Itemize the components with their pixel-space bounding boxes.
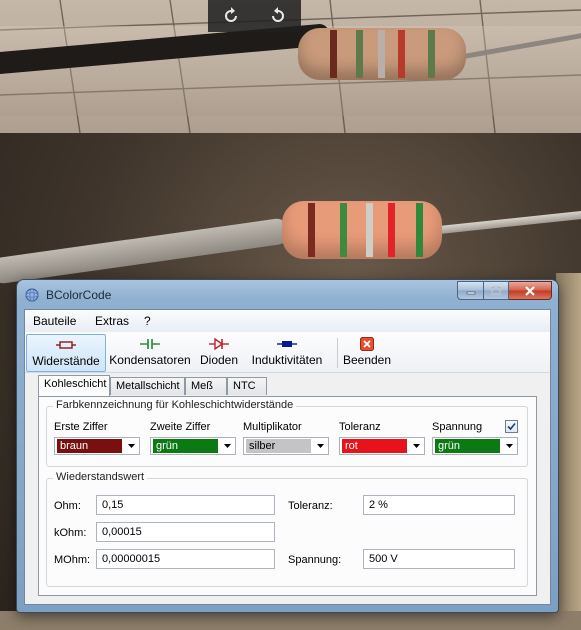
close-icon — [525, 285, 535, 296]
toolbar-resistors-button[interactable]: Widerstände — [26, 334, 106, 372]
chevron-down-icon — [312, 438, 328, 454]
voltage-field[interactable]: 500 V — [363, 549, 515, 569]
resistor-lead-bottom — [439, 210, 581, 234]
photo-edge-bottom — [0, 611, 581, 630]
menu-extras[interactable]: Extras — [95, 314, 129, 328]
toolbar-inductors-label: Induktivitäten — [251, 353, 323, 367]
inductor-icon — [277, 336, 297, 352]
client-area: Bauteile Extras ? Widerstände Kondensato… — [24, 309, 551, 605]
photo-edge-right — [556, 273, 581, 630]
tab-metallschicht[interactable]: Metallschicht — [110, 377, 185, 395]
chevron-down-icon — [123, 438, 139, 454]
toolbar-diodes-button[interactable]: Dioden — [197, 334, 241, 370]
chevron-down-icon — [219, 438, 235, 454]
toolbar-separator — [337, 338, 338, 368]
app-icon — [25, 288, 39, 302]
toolbar-inductors-button[interactable]: Induktivitäten — [245, 334, 329, 370]
bcolorcode-window: BColorCode Bauteile Extras ? Widerstände… — [17, 280, 558, 612]
resistance-value-group-title: Wiederstandswert — [53, 471, 148, 483]
mohm-label: MOhm: — [54, 554, 91, 566]
minimize-button[interactable] — [457, 281, 484, 300]
toolbar-resistors-label: Widerstände — [32, 354, 100, 368]
rotate-left-button[interactable] — [216, 3, 246, 29]
chevron-down-icon — [408, 438, 424, 454]
mohm-field[interactable]: 0,00000015 — [96, 549, 275, 569]
tolerance-color-select[interactable]: rot — [339, 437, 425, 455]
resistor-photo-top — [298, 28, 466, 80]
checkmark-icon — [507, 422, 516, 431]
toolbar-diodes-label: Dioden — [199, 353, 239, 367]
chevron-down-icon — [501, 438, 517, 454]
exit-icon — [360, 336, 374, 352]
maximize-icon — [491, 285, 501, 295]
menu-bauteile[interactable]: Bauteile — [33, 314, 76, 328]
minimize-icon — [466, 291, 475, 294]
resistance-value-group: Wiederstandswert Ohm: 0,15 kOhm: 0,00015… — [46, 471, 528, 587]
capacitor-icon — [140, 336, 160, 352]
toolbar-capacitors-button[interactable]: Kondensatoren — [107, 334, 193, 370]
toolbar-exit-button[interactable]: Beenden — [341, 334, 393, 370]
toolbar: Widerstände Kondensatoren Dioden Indukti… — [25, 332, 550, 373]
toolbar-capacitors-label: Kondensatoren — [109, 353, 191, 367]
tab-page-kohleschicht: Farbkennzeichnung für Kohleschichtwiders… — [38, 396, 537, 596]
voltage-color-select[interactable]: grün — [432, 437, 518, 455]
window-controls — [457, 281, 552, 300]
ohm-label: Ohm: — [54, 500, 81, 512]
window-title: BColorCode — [46, 288, 112, 302]
tolerance-field[interactable]: 2 % — [363, 495, 515, 515]
toolbar-exit-label: Beenden — [342, 353, 392, 367]
kohm-label: kOhm: — [54, 527, 87, 539]
tolerance-label: Toleranz: — [288, 500, 333, 512]
title-bar[interactable]: BColorCode — [17, 280, 558, 308]
first-digit-value: braun — [57, 439, 122, 453]
second-digit-label: Zweite Ziffer — [150, 421, 211, 433]
menu-bar: Bauteile Extras ? — [25, 310, 550, 333]
kohm-field[interactable]: 0,00015 — [96, 522, 275, 542]
voltage-color-label: Spannung — [432, 421, 483, 433]
multiplier-value: silber — [246, 439, 311, 453]
tab-kohleschicht[interactable]: Kohleschicht — [38, 375, 110, 396]
resistor-photo-bottom — [282, 201, 442, 259]
first-digit-select[interactable]: braun — [54, 437, 140, 455]
menu-help[interactable]: ? — [144, 314, 151, 328]
first-digit-label: Erste Ziffer — [54, 421, 108, 433]
second-digit-select[interactable]: grün — [150, 437, 236, 455]
tab-ntc[interactable]: NTC — [227, 377, 267, 395]
color-code-group-title: Farbkennzeichnung für Kohleschichtwiders… — [53, 399, 297, 411]
tab-mess[interactable]: Meß — [185, 377, 227, 395]
rotate-left-icon — [225, 7, 238, 22]
grey-wire — [0, 217, 291, 285]
voltage-label: Spannung: — [288, 554, 342, 566]
close-button[interactable] — [509, 281, 552, 300]
resistor-icon — [56, 337, 76, 353]
multiplier-select[interactable]: silber — [243, 437, 329, 455]
rotate-right-icon — [271, 7, 284, 22]
voltage-color-value: grün — [435, 439, 500, 453]
tolerance-color-value: rot — [342, 439, 407, 453]
image-rotate-toolbar — [208, 0, 301, 32]
ohm-field[interactable]: 0,15 — [96, 495, 275, 515]
rotate-right-button[interactable] — [263, 3, 293, 29]
maximize-button[interactable] — [484, 281, 509, 300]
tolerance-color-label: Toleranz — [339, 421, 381, 433]
diode-icon — [209, 336, 229, 352]
second-digit-value: grün — [153, 439, 218, 453]
color-code-group: Farbkennzeichnung für Kohleschichtwiders… — [46, 399, 528, 467]
voltage-checkbox[interactable] — [505, 420, 518, 433]
multiplier-label: Multiplikator — [243, 421, 302, 433]
